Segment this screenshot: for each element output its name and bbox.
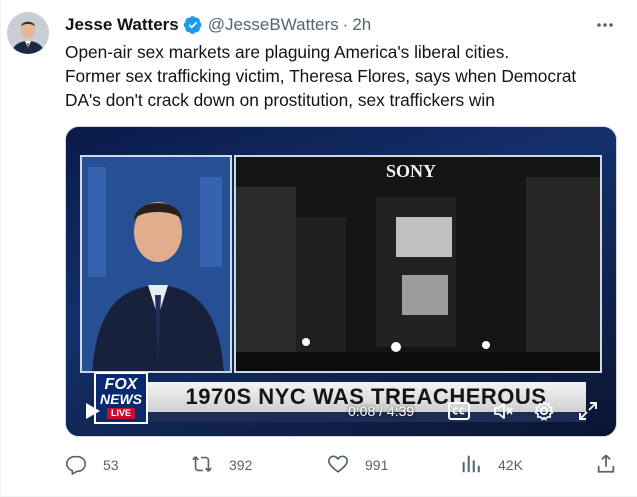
video-archive-panel: SONY [234,155,602,373]
tweet-card[interactable]: Jesse Watters @JesseBWatters · 2h Open-a… [0,0,637,497]
avatar-image [7,12,49,54]
tweet-header: Jesse Watters @JesseBWatters · 2h [65,14,371,36]
video-player[interactable]: SONY 1970S NYC WAS TREACHEROUS FOX NEWS … [65,126,617,437]
tweet-text: Open-air sex markets are plaguing Americ… [65,40,625,112]
header-separator: · [342,15,349,34]
reply-button[interactable]: 53 [65,450,119,480]
like-button[interactable]: 991 [327,450,388,480]
retweet-icon [191,453,213,478]
like-icon [327,453,349,478]
retweet-button[interactable]: 392 [191,450,252,480]
retweet-count: 392 [229,457,253,473]
play-icon[interactable] [80,399,104,423]
marquee-sign: SONY [386,161,436,181]
fullscreen-icon[interactable] [576,399,600,423]
settings-icon[interactable] [532,399,556,423]
share-icon [595,453,617,478]
like-count: 991 [365,457,389,473]
tweet-text-line: DA's don't crack down on prostitution, s… [65,90,495,110]
tweet-timestamp[interactable]: 2h [352,15,371,35]
author-name[interactable]: Jesse Watters [65,15,179,35]
reply-icon [65,453,87,478]
reply-count: 53 [103,457,119,473]
captions-icon[interactable] [447,400,471,422]
views-button[interactable]: 42K [460,450,523,480]
verified-badge-icon [183,15,203,35]
mute-icon[interactable] [491,399,515,423]
tweet-text-line: Former sex trafficking victim, Theresa F… [65,66,577,86]
views-icon [460,453,482,478]
video-timecode: 0:08 / 4:39 [348,403,415,419]
views-count: 42K [498,457,523,473]
author-handle[interactable]: @JesseBWatters [208,15,339,35]
video-host-panel [80,155,232,373]
more-icon[interactable] [593,14,617,36]
tweet-text-line: Open-air sex markets are plaguing Americ… [65,42,510,62]
tweet-actions: 53 392 991 42K [65,450,625,480]
share-button[interactable] [595,450,617,480]
avatar[interactable] [7,12,49,54]
